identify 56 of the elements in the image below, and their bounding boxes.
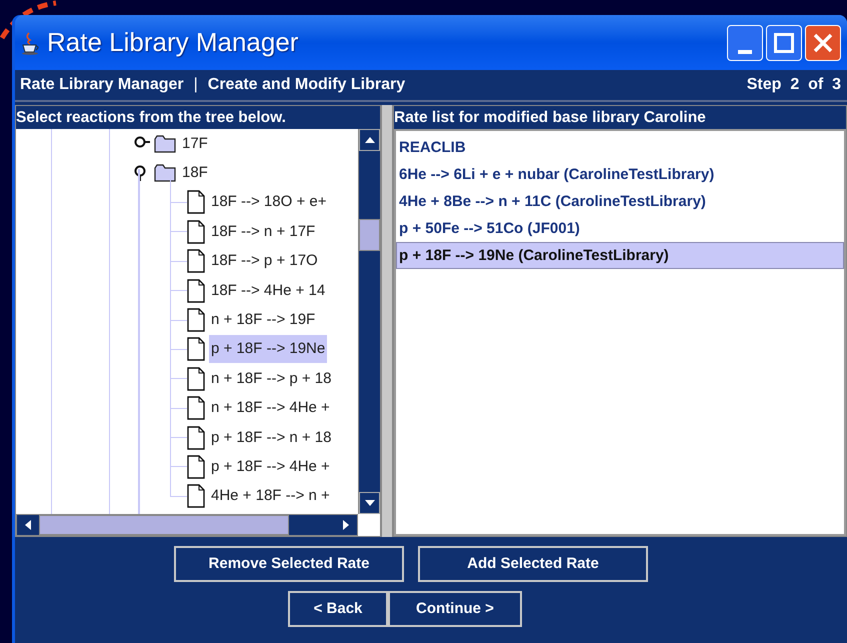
document-icon [187,366,205,391]
close-button[interactable] [805,24,841,60]
coffee-cup-icon [21,30,41,54]
tree-item[interactable]: n + 18F --> 19F [209,306,318,334]
tree-item[interactable]: 18F [180,159,210,188]
breadcrumb-text: Create and Modify Library [208,75,406,95]
tree-item[interactable]: 4He + 18F --> n + [209,482,332,510]
document-icon [187,484,205,508]
rate-list-item[interactable]: REACLIB [396,134,844,161]
panel-title: Select reactions from the tree below. [16,108,287,128]
tree-item[interactable]: n + 18F --> p + 18 [209,364,334,393]
document-icon [187,396,205,420]
tree-item[interactable]: 18F --> 18O + e+ [209,188,328,216]
step-indicator: Step 2 of 3 [746,75,841,95]
breadcrumb-text: Rate Library Manager [20,75,184,95]
up-arrow-icon[interactable] [364,137,374,143]
document-icon [187,249,205,274]
scroll-thumb[interactable] [359,219,380,251]
document-icon [187,278,205,303]
maximize-icon [774,32,794,52]
maximize-button[interactable] [766,24,802,60]
scroll-thumb[interactable] [39,515,289,535]
vertical-scrollbar[interactable] [358,129,380,514]
left-arrow-icon[interactable] [25,520,31,530]
document-icon [187,308,205,332]
close-icon [813,32,833,52]
nav-button[interactable]: Continue > [388,591,522,627]
folder-icon [154,134,176,153]
down-arrow-icon[interactable] [364,500,374,506]
tree-item[interactable]: 18F --> n + 17F [209,218,318,246]
document-icon [187,337,205,362]
tree-item[interactable]: 17F [180,130,210,158]
breadcrumb-separator: | [194,75,198,95]
tree-item[interactable]: n + 18F --> 4He + [209,394,332,422]
minimize-icon [738,50,752,54]
action-button[interactable]: Add Selected Rate [418,546,648,582]
rate-list-item[interactable]: 6He --> 6Li + e + nubar (CarolineTestLibrary) [396,161,844,188]
document-icon [187,426,205,450]
tree-item[interactable]: p + 18F --> 4He + [209,452,332,481]
horizontal-scrollbar[interactable] [16,514,358,536]
rate-list-item[interactable]: p + 50Fe --> 51Co (JF001) [396,215,844,242]
tree-item[interactable]: p + 18F --> 19Ne [209,335,328,364]
action-button[interactable]: Remove Selected Rate [174,546,404,582]
panel-title: Rate list for modified base library Caroline [394,108,707,128]
tree-item[interactable]: p + 18F --> n + 18 [209,424,334,452]
nav-button[interactable]: < Back [288,591,388,627]
tree-item[interactable]: 18F --> 4He + 14 [209,276,328,305]
document-icon [187,190,205,214]
tree-item[interactable]: 18F --> p + 17O [209,247,320,276]
rate-list-item[interactable]: 4He + 8Be --> n + 11C (CarolineTestLibrary) [396,188,844,215]
rate-list-item[interactable]: p + 18F --> 19Ne (CarolineTestLibrary) [396,242,844,269]
document-icon [187,454,205,479]
minimize-button[interactable] [727,24,763,60]
window-title: Rate Library Manager [47,26,298,59]
right-arrow-icon[interactable] [343,520,349,530]
document-icon [187,220,205,244]
